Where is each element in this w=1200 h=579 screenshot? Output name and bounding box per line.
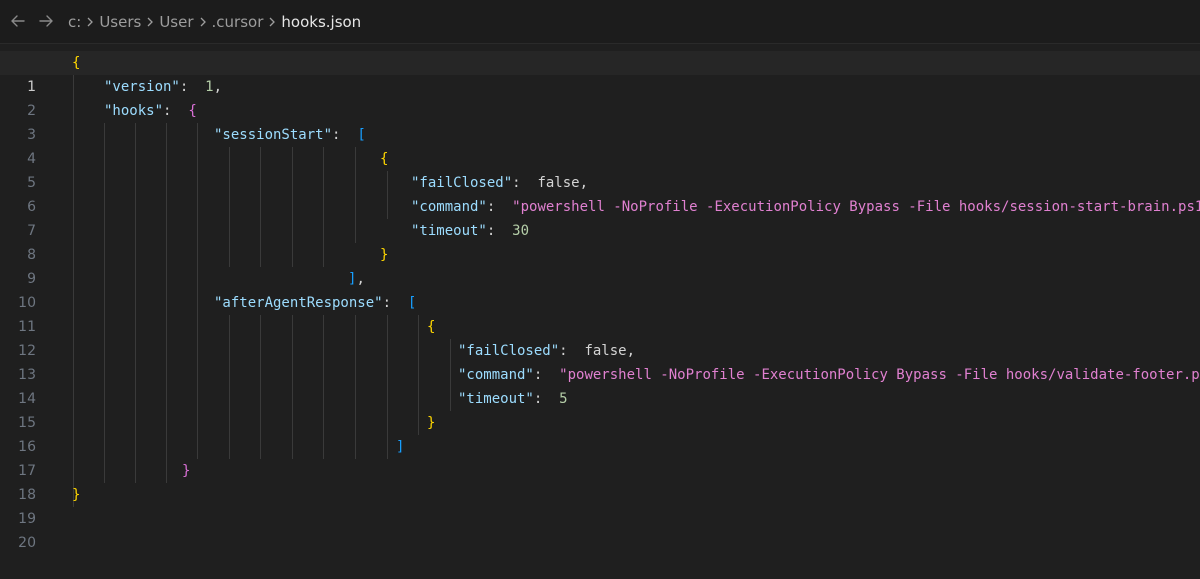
arrow-right-icon xyxy=(37,12,55,30)
code-line[interactable]: 15 "timeout": 5 xyxy=(0,387,1200,431)
json-key: "command" xyxy=(458,367,534,383)
line-content: "afterAgentResponse": [ xyxy=(214,291,416,315)
brace: } xyxy=(427,415,436,431)
code-line[interactable]: 4 "sessionStart": [ xyxy=(0,123,1200,167)
arrow-left-icon xyxy=(9,12,27,30)
json-key: "afterAgentResponse" xyxy=(214,295,383,311)
json-key: "failClosed" xyxy=(458,343,560,359)
colon: : xyxy=(512,175,521,191)
line-content: "hooks": { xyxy=(104,99,197,123)
code-line[interactable]: 1 { xyxy=(0,51,1200,95)
json-key: "timeout" xyxy=(458,391,534,407)
brace: } xyxy=(72,487,81,503)
colon: : xyxy=(559,343,568,359)
code-line[interactable]: 19 } xyxy=(0,483,1200,527)
bracket: [ xyxy=(357,127,366,143)
json-key: "failClosed" xyxy=(411,175,513,191)
colon: : xyxy=(163,103,172,119)
json-boolean: false xyxy=(584,343,627,359)
line-content: } xyxy=(182,459,190,483)
chevron-right-icon xyxy=(146,16,154,28)
comma: , xyxy=(213,79,223,95)
code-line[interactable]: 6 "failClosed": false, xyxy=(0,171,1200,215)
comma: , xyxy=(356,271,365,287)
json-boolean: false xyxy=(537,175,580,191)
brace: } xyxy=(182,463,191,479)
comma: , xyxy=(626,343,636,359)
line-content: } xyxy=(72,483,80,507)
line-content: "command": "powershell -NoProfile -Execu… xyxy=(458,363,1200,387)
colon: : xyxy=(533,391,543,407)
comma: , xyxy=(579,175,589,191)
line-content: "timeout": 30 xyxy=(411,219,529,243)
json-string: "powershell -NoProfile -ExecutionPolicy … xyxy=(559,367,1200,383)
json-number: 1 xyxy=(205,79,214,95)
brace: { xyxy=(72,55,81,71)
json-string: "powershell -NoProfile -ExecutionPolicy … xyxy=(512,199,1200,215)
brace: } xyxy=(380,247,389,263)
code-line[interactable]: 20 xyxy=(0,507,1200,551)
code-line[interactable]: 11 "afterAgentResponse": [ xyxy=(0,291,1200,335)
breadcrumb-cursor-folder[interactable]: .cursor xyxy=(212,13,264,31)
brace: { xyxy=(380,151,389,167)
json-key: "sessionStart" xyxy=(214,127,333,143)
breadcrumb-drive[interactable]: c: xyxy=(68,13,81,31)
json-key: "hooks" xyxy=(104,103,164,119)
code-line[interactable]: 18 } xyxy=(0,459,1200,503)
colon: : xyxy=(382,295,392,311)
code-line[interactable]: 2 "version": 1, xyxy=(0,75,1200,119)
chevron-right-icon xyxy=(268,16,276,28)
line-content: "command": "powershell -NoProfile -Execu… xyxy=(411,195,1200,219)
brace: { xyxy=(427,319,436,335)
colon: : xyxy=(486,223,496,239)
code-line[interactable]: 13 "failClosed": false, xyxy=(0,339,1200,383)
line-content: "failClosed": false, xyxy=(411,171,588,195)
bracket: ] xyxy=(396,439,405,455)
colon: : xyxy=(533,367,543,383)
breadcrumb-file[interactable]: hooks.json xyxy=(281,13,361,31)
line-content: { xyxy=(427,315,435,339)
code-line[interactable]: 10 ], xyxy=(0,267,1200,311)
bracket: [ xyxy=(407,295,417,311)
json-number: 5 xyxy=(559,391,568,407)
line-content: "version": 1, xyxy=(104,75,222,99)
breadcrumb: c: Users User .cursor hooks.json xyxy=(68,11,361,33)
code-line[interactable]: 3 "hooks": { xyxy=(0,99,1200,143)
code-line[interactable]: 5 { xyxy=(0,147,1200,191)
code-line[interactable]: 17 ] xyxy=(0,435,1200,479)
line-content: ] xyxy=(396,435,404,459)
breadcrumb-users[interactable]: Users xyxy=(99,13,141,31)
chevron-right-icon xyxy=(199,16,207,28)
line-content: { xyxy=(380,147,388,171)
colon: : xyxy=(179,79,189,95)
chevron-right-icon xyxy=(86,16,94,28)
line-content: { xyxy=(72,51,80,75)
forward-button[interactable] xyxy=(35,10,57,32)
code-line[interactable]: 12 { xyxy=(0,315,1200,359)
code-line[interactable]: 16 } xyxy=(0,411,1200,455)
json-number: 30 xyxy=(512,223,530,239)
json-key: "timeout" xyxy=(411,223,487,239)
line-content: "sessionStart": [ xyxy=(214,123,366,147)
breadcrumb-user[interactable]: User xyxy=(159,13,193,31)
json-key: "version" xyxy=(104,79,180,95)
code-line[interactable]: 9 } xyxy=(0,243,1200,287)
line-content: "failClosed": false, xyxy=(458,339,635,363)
line-content: } xyxy=(427,411,435,435)
code-line[interactable]: 14 "command": "powershell -NoProfile -Ex… xyxy=(0,363,1200,407)
colon: : xyxy=(332,127,341,143)
line-content: "timeout": 5 xyxy=(458,387,568,411)
line-content: } xyxy=(380,243,388,267)
line-number: 20 xyxy=(18,535,36,551)
code-editor[interactable]: 1 { 2 "version": 1, 3 "hooks": { 4 "sess… xyxy=(0,51,1200,551)
back-button[interactable] xyxy=(7,10,29,32)
breadcrumb-bar: c: Users User .cursor hooks.json xyxy=(0,0,1200,44)
code-line[interactable]: 8 "timeout": 30 xyxy=(0,219,1200,263)
line-content: ], xyxy=(348,267,365,291)
colon: : xyxy=(486,199,496,215)
code-line[interactable]: 7 "command": "powershell -NoProfile -Exe… xyxy=(0,195,1200,239)
brace: { xyxy=(188,103,197,119)
json-key: "command" xyxy=(411,199,487,215)
